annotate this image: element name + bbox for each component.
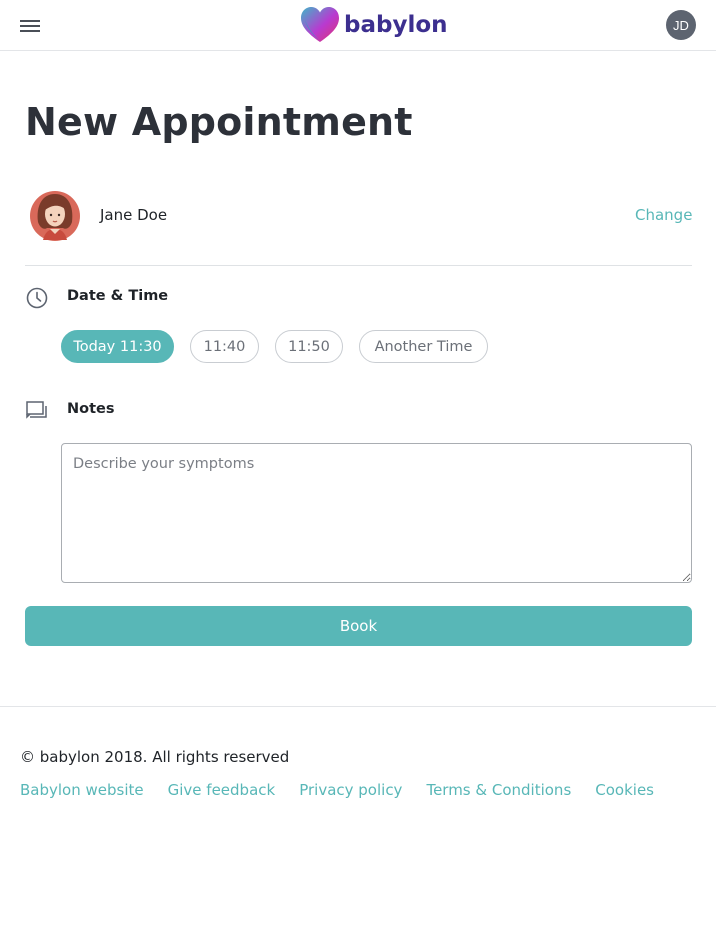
hamburger-menu-icon[interactable] xyxy=(20,19,40,32)
patient-name: Jane Doe xyxy=(100,206,168,224)
page-title: New Appointment xyxy=(25,100,413,144)
chat-icon xyxy=(26,401,47,419)
footer-link-privacy-policy[interactable]: Privacy policy xyxy=(299,781,402,799)
clock-icon xyxy=(26,287,48,309)
footer-link-terms-conditions[interactable]: Terms & Conditions xyxy=(426,781,571,799)
change-patient-link[interactable]: Change xyxy=(635,206,692,224)
patient-avatar xyxy=(30,191,80,241)
section-divider xyxy=(25,265,692,266)
footer-link-cookies[interactable]: Cookies xyxy=(595,781,654,799)
time-option-1150[interactable]: 11:50 xyxy=(275,330,343,363)
footer-link-give-feedback[interactable]: Give feedback xyxy=(168,781,276,799)
book-button[interactable]: Book xyxy=(25,606,692,646)
time-option-today-1130[interactable]: Today 11:30 xyxy=(61,330,174,363)
footer-link-babylon-website[interactable]: Babylon website xyxy=(20,781,144,799)
date-time-label: Date & Time xyxy=(67,288,169,304)
heart-logo-icon xyxy=(301,7,339,42)
top-header: babylon JD xyxy=(0,0,716,51)
time-options: Today 11:30 11:40 11:50 Another Time xyxy=(61,330,504,363)
user-avatar[interactable]: JD xyxy=(666,10,696,40)
time-option-1140[interactable]: 11:40 xyxy=(190,330,259,363)
babylon-logo[interactable]: babylon xyxy=(299,6,448,44)
copyright-text: © babylon 2018. All rights reserved xyxy=(20,748,290,766)
footer-links: Babylon website Give feedback Privacy po… xyxy=(20,781,678,799)
notes-label: Notes xyxy=(67,401,115,417)
footer-divider xyxy=(0,706,716,707)
symptoms-textarea[interactable] xyxy=(61,443,692,583)
logo-wordmark: babylon xyxy=(344,12,448,38)
time-option-another-time[interactable]: Another Time xyxy=(359,330,488,363)
